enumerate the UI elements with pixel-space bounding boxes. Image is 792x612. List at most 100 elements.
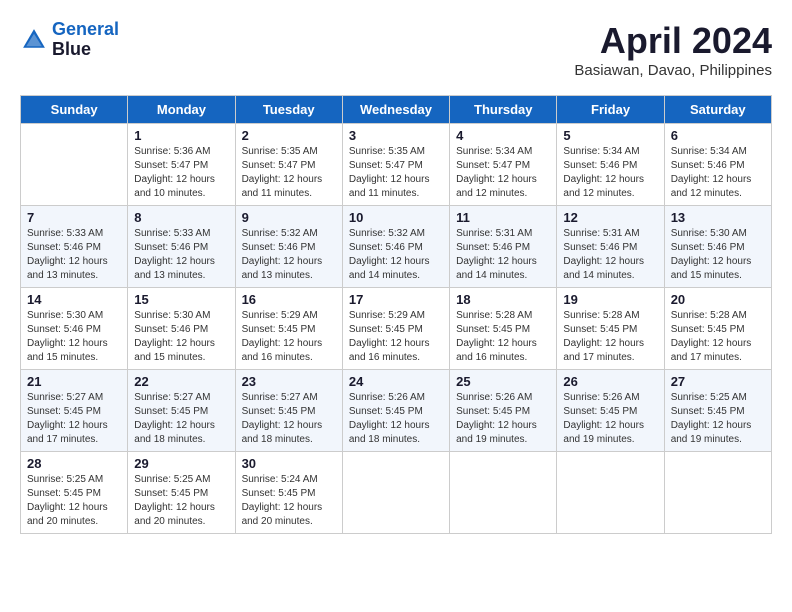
day-info: Sunrise: 5:26 AMSunset: 5:45 PMDaylight:… xyxy=(563,391,657,447)
calendar-cell: 22 Sunrise: 5:27 AMSunset: 5:45 PMDayligh… xyxy=(128,370,235,452)
day-info: Sunrise: 5:26 AMSunset: 5:45 PMDaylight:… xyxy=(456,391,550,447)
day-number: 27 xyxy=(671,374,765,389)
day-number: 6 xyxy=(671,128,765,143)
calendar-cell: 8 Sunrise: 5:33 AMSunset: 5:46 PMDaylight… xyxy=(128,206,235,288)
day-number: 3 xyxy=(349,128,443,143)
calendar-cell: 6 Sunrise: 5:34 AMSunset: 5:46 PMDaylight… xyxy=(664,124,771,206)
day-info: Sunrise: 5:30 AMSunset: 5:46 PMDaylight:… xyxy=(671,227,765,283)
day-info: Sunrise: 5:30 AMSunset: 5:46 PMDaylight:… xyxy=(27,309,121,365)
day-info: Sunrise: 5:24 AMSunset: 5:45 PMDaylight:… xyxy=(242,473,336,529)
day-info: Sunrise: 5:36 AMSunset: 5:47 PMDaylight:… xyxy=(134,145,228,201)
calendar-cell xyxy=(21,124,128,206)
day-number: 20 xyxy=(671,292,765,307)
day-info: Sunrise: 5:26 AMSunset: 5:45 PMDaylight:… xyxy=(349,391,443,447)
day-info: Sunrise: 5:35 AMSunset: 5:47 PMDaylight:… xyxy=(349,145,443,201)
day-info: Sunrise: 5:27 AMSunset: 5:45 PMDaylight:… xyxy=(134,391,228,447)
calendar-cell xyxy=(557,452,664,534)
day-info: Sunrise: 5:34 AMSunset: 5:46 PMDaylight:… xyxy=(671,145,765,201)
day-number: 7 xyxy=(27,210,121,225)
day-number: 22 xyxy=(134,374,228,389)
day-number: 17 xyxy=(349,292,443,307)
day-number: 16 xyxy=(242,292,336,307)
weekday-header-wednesday: Wednesday xyxy=(342,96,449,124)
day-info: Sunrise: 5:29 AMSunset: 5:45 PMDaylight:… xyxy=(242,309,336,365)
day-info: Sunrise: 5:35 AMSunset: 5:47 PMDaylight:… xyxy=(242,145,336,201)
calendar-cell: 20 Sunrise: 5:28 AMSunset: 5:45 PMDayligh… xyxy=(664,288,771,370)
day-info: Sunrise: 5:27 AMSunset: 5:45 PMDaylight:… xyxy=(242,391,336,447)
day-number: 28 xyxy=(27,456,121,471)
day-info: Sunrise: 5:28 AMSunset: 5:45 PMDaylight:… xyxy=(671,309,765,365)
calendar-cell xyxy=(450,452,557,534)
day-info: Sunrise: 5:25 AMSunset: 5:45 PMDaylight:… xyxy=(671,391,765,447)
calendar-cell: 7 Sunrise: 5:33 AMSunset: 5:46 PMDaylight… xyxy=(21,206,128,288)
calendar-cell: 27 Sunrise: 5:25 AMSunset: 5:45 PMDayligh… xyxy=(664,370,771,452)
day-number: 18 xyxy=(456,292,550,307)
day-number: 23 xyxy=(242,374,336,389)
day-info: Sunrise: 5:27 AMSunset: 5:45 PMDaylight:… xyxy=(27,391,121,447)
calendar-cell: 18 Sunrise: 5:28 AMSunset: 5:45 PMDayligh… xyxy=(450,288,557,370)
calendar-cell: 9Sunrise: 5:32 AMSunset: 5:46 PMDaylight… xyxy=(235,206,342,288)
day-info: Sunrise: 5:33 AMSunset: 5:46 PMDaylight:… xyxy=(27,227,121,283)
weekday-header-sunday: Sunday xyxy=(21,96,128,124)
day-info: Sunrise: 5:32 AMSunset: 5:46 PMDaylight:… xyxy=(242,227,336,283)
day-info: Sunrise: 5:30 AMSunset: 5:46 PMDaylight:… xyxy=(134,309,228,365)
calendar-cell: 26 Sunrise: 5:26 AMSunset: 5:45 PMDayligh… xyxy=(557,370,664,452)
day-number: 21 xyxy=(27,374,121,389)
weekday-header-friday: Friday xyxy=(557,96,664,124)
calendar-cell: 10 Sunrise: 5:32 AMSunset: 5:46 PMDayligh… xyxy=(342,206,449,288)
day-number: 5 xyxy=(563,128,657,143)
calendar-cell xyxy=(342,452,449,534)
day-number: 12 xyxy=(563,210,657,225)
day-info: Sunrise: 5:32 AMSunset: 5:46 PMDaylight:… xyxy=(349,227,443,283)
day-number: 14 xyxy=(27,292,121,307)
calendar-cell: 15 Sunrise: 5:30 AMSunset: 5:46 PMDayligh… xyxy=(128,288,235,370)
calendar-cell: 24 Sunrise: 5:26 AMSunset: 5:45 PMDayligh… xyxy=(342,370,449,452)
day-number: 29 xyxy=(134,456,228,471)
day-number: 13 xyxy=(671,210,765,225)
calendar-cell: 1 Sunrise: 5:36 AMSunset: 5:47 PMDaylight… xyxy=(128,124,235,206)
weekday-header-thursday: Thursday xyxy=(450,96,557,124)
weekday-header-saturday: Saturday xyxy=(664,96,771,124)
logo-text: General Blue xyxy=(52,20,119,60)
day-number: 11 xyxy=(456,210,550,225)
calendar-cell: 16 Sunrise: 5:29 AMSunset: 5:45 PMDayligh… xyxy=(235,288,342,370)
calendar-cell: 19Sunrise: 5:28 AMSunset: 5:45 PMDayligh… xyxy=(557,288,664,370)
calendar-cell: 28 Sunrise: 5:25 AMSunset: 5:45 PMDayligh… xyxy=(21,452,128,534)
calendar-cell xyxy=(664,452,771,534)
month-title: April 2024 xyxy=(574,20,772,62)
title-block: April 2024 Basiawan, Davao, Philippines xyxy=(574,20,772,79)
day-info: Sunrise: 5:29 AMSunset: 5:45 PMDaylight:… xyxy=(349,309,443,365)
day-info: Sunrise: 5:31 AMSunset: 5:46 PMDaylight:… xyxy=(456,227,550,283)
day-info: Sunrise: 5:33 AMSunset: 5:46 PMDaylight:… xyxy=(134,227,228,283)
day-info: Sunrise: 5:25 AMSunset: 5:45 PMDaylight:… xyxy=(134,473,228,529)
day-info: Sunrise: 5:25 AMSunset: 5:45 PMDaylight:… xyxy=(27,473,121,529)
subtitle: Basiawan, Davao, Philippines xyxy=(574,62,772,79)
calendar-cell: 17 Sunrise: 5:29 AMSunset: 5:45 PMDayligh… xyxy=(342,288,449,370)
day-number: 30 xyxy=(242,456,336,471)
calendar-cell: 23 Sunrise: 5:27 AMSunset: 5:45 PMDayligh… xyxy=(235,370,342,452)
day-number: 4 xyxy=(456,128,550,143)
calendar-cell: 21 Sunrise: 5:27 AMSunset: 5:45 PMDayligh… xyxy=(21,370,128,452)
day-number: 1 xyxy=(134,128,228,143)
day-number: 25 xyxy=(456,374,550,389)
weekday-header-tuesday: Tuesday xyxy=(235,96,342,124)
page-header: General Blue April 2024 Basiawan, Davao,… xyxy=(20,20,772,79)
day-number: 15 xyxy=(134,292,228,307)
day-info: Sunrise: 5:28 AMSunset: 5:45 PMDaylight:… xyxy=(456,309,550,365)
day-info: Sunrise: 5:34 AMSunset: 5:46 PMDaylight:… xyxy=(563,145,657,201)
calendar-cell: 3 Sunrise: 5:35 AMSunset: 5:47 PMDaylight… xyxy=(342,124,449,206)
calendar-cell: 14 Sunrise: 5:30 AMSunset: 5:46 PMDayligh… xyxy=(21,288,128,370)
day-number: 8 xyxy=(134,210,228,225)
calendar-cell: 4 Sunrise: 5:34 AMSunset: 5:47 PMDaylight… xyxy=(450,124,557,206)
day-info: Sunrise: 5:34 AMSunset: 5:47 PMDaylight:… xyxy=(456,145,550,201)
calendar-cell: 13 Sunrise: 5:30 AMSunset: 5:46 PMDayligh… xyxy=(664,206,771,288)
calendar-cell: 12Sunrise: 5:31 AMSunset: 5:46 PMDayligh… xyxy=(557,206,664,288)
day-number: 24 xyxy=(349,374,443,389)
calendar-cell: 2 Sunrise: 5:35 AMSunset: 5:47 PMDaylight… xyxy=(235,124,342,206)
day-number: 2 xyxy=(242,128,336,143)
day-number: 19 xyxy=(563,292,657,307)
calendar-cell: 5 Sunrise: 5:34 AMSunset: 5:46 PMDaylight… xyxy=(557,124,664,206)
day-number: 10 xyxy=(349,210,443,225)
calendar-cell: 29 Sunrise: 5:25 AMSunset: 5:45 PMDayligh… xyxy=(128,452,235,534)
day-number: 26 xyxy=(563,374,657,389)
